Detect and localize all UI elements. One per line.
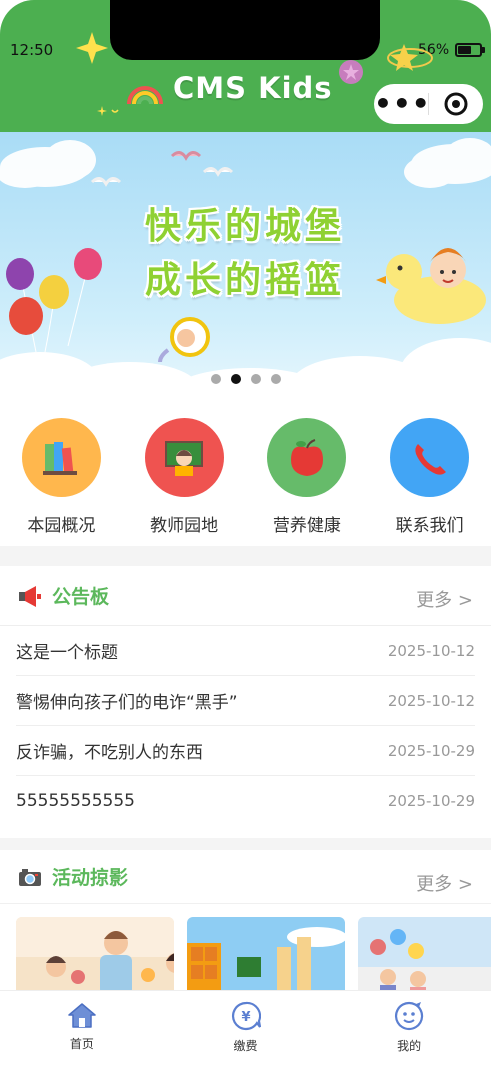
battery-icon <box>455 43 483 57</box>
notice-header: 公告板 更多 > <box>0 566 491 626</box>
notice-item-title: 这是一个标题 <box>16 643 118 663</box>
close-target-icon[interactable] <box>429 92 483 116</box>
quick-nav-teachers[interactable]: 教师园地 <box>123 400 246 546</box>
activity-photos: 活动掠影 更多 > <box>0 850 491 990</box>
quick-nav-overview[interactable]: 本园概况 <box>0 400 123 546</box>
quick-nav-label: 教师园地 <box>150 516 219 536</box>
notice-list: 这是一个标题 2025-10-12 警惕伸向孩子们的电诈“黑手” 2025-10… <box>0 626 491 826</box>
carousel-dot[interactable] <box>230 374 241 384</box>
home-icon <box>68 1003 96 1028</box>
notice-item-date: 2025-10-12 <box>387 641 475 660</box>
section-divider <box>0 838 491 850</box>
notice-item-date: 2025-10-12 <box>387 691 475 710</box>
section-divider <box>0 546 491 566</box>
quick-nav-label: 营养健康 <box>272 516 341 536</box>
payment-icon: ¥ <box>231 1001 261 1031</box>
tab-label: 缴费 <box>233 1039 258 1053</box>
photos-title: 活动掠影 <box>52 867 129 889</box>
notice-item-date: 2025-10-29 <box>387 792 475 810</box>
activity-photo[interactable] <box>16 917 174 990</box>
rainbow-icon <box>127 86 163 105</box>
megaphone-icon <box>19 585 41 607</box>
photo-strip <box>16 917 491 990</box>
sparkle-icon <box>76 32 108 64</box>
tab-home[interactable]: 首页 <box>0 991 164 1076</box>
notice-item-title: 警惕伸向孩子们的电诈“黑手” <box>16 693 238 713</box>
banner-slogan: 快乐的城堡 成长的摇篮 <box>135 200 355 308</box>
app-page: 12:50 56% CMS Kids ••• 快乐的城堡 成长的摇篮 本园概况 … <box>0 0 491 1076</box>
phone-icon <box>390 418 470 497</box>
slogan-line-1: 快乐的城堡 <box>144 206 345 247</box>
tab-label: 首页 <box>69 1037 94 1051</box>
apple-icon <box>267 418 347 497</box>
app-title-group: CMS Kids <box>125 70 333 106</box>
profile-icon <box>395 1001 424 1031</box>
activity-photo[interactable] <box>358 917 491 990</box>
quick-nav-label: 本园概况 <box>27 516 96 536</box>
quick-nav: 本园概况 教师园地 营养健康 联系我们 <box>0 400 491 546</box>
notice-item[interactable]: 反诈骗，不吃别人的东西 2025-10-29 <box>16 726 475 776</box>
notice-item-title: 55555555555 <box>16 791 135 811</box>
quick-nav-nutrition[interactable]: 营养健康 <box>246 400 369 546</box>
star-planet-icon <box>387 44 433 71</box>
photos-header: 活动掠影 更多 > <box>0 850 491 904</box>
teacher-icon <box>144 418 224 497</box>
notice-title: 公告板 <box>52 586 110 608</box>
mini-program-capsule[interactable]: ••• <box>374 84 483 124</box>
status-time: 12:50 <box>10 41 54 59</box>
bottom-tab-bar: 首页 ¥ 缴费 我的 <box>0 990 491 1076</box>
camera-icon <box>19 868 41 886</box>
quick-nav-label: 联系我们 <box>395 516 464 536</box>
carousel-dot[interactable] <box>270 374 281 384</box>
notice-item[interactable]: 这是一个标题 2025-10-12 <box>16 626 475 676</box>
small-sparkle-icon <box>97 106 119 116</box>
notice-item-title: 反诈骗，不吃别人的东西 <box>16 743 203 763</box>
svg-text:¥: ¥ <box>241 1010 250 1025</box>
photos-more-link[interactable]: 更多 > <box>416 870 473 896</box>
books-icon <box>21 418 101 497</box>
carousel-dot[interactable] <box>250 374 261 384</box>
phone-notch <box>110 0 380 60</box>
notice-item[interactable]: 警惕伸向孩子们的电诈“黑手” 2025-10-12 <box>16 676 475 726</box>
top-header: 12:50 56% CMS Kids ••• <box>0 0 491 132</box>
banner-carousel[interactable]: 快乐的城堡 成长的摇篮 <box>0 132 491 400</box>
quick-nav-contact[interactable]: 联系我们 <box>368 400 491 546</box>
tab-payment[interactable]: ¥ 缴费 <box>164 991 328 1076</box>
more-dots-icon[interactable]: ••• <box>374 90 430 118</box>
notice-item[interactable]: 55555555555 2025-10-29 <box>16 776 475 826</box>
notice-board: 公告板 更多 > 这是一个标题 2025-10-12 警惕伸向孩子们的电诈“黑手… <box>0 566 491 838</box>
tab-label: 我的 <box>397 1039 422 1053</box>
notice-more-link[interactable]: 更多 > <box>416 586 473 612</box>
slogan-line-2: 成长的摇篮 <box>144 260 345 301</box>
app-title: CMS Kids <box>173 71 333 105</box>
activity-photo[interactable] <box>187 917 345 990</box>
tab-profile[interactable]: 我的 <box>327 991 491 1076</box>
carousel-indicator <box>0 374 491 384</box>
carousel-dot[interactable] <box>210 374 221 384</box>
notice-item-date: 2025-10-29 <box>387 741 475 760</box>
flower-icon <box>339 60 363 84</box>
